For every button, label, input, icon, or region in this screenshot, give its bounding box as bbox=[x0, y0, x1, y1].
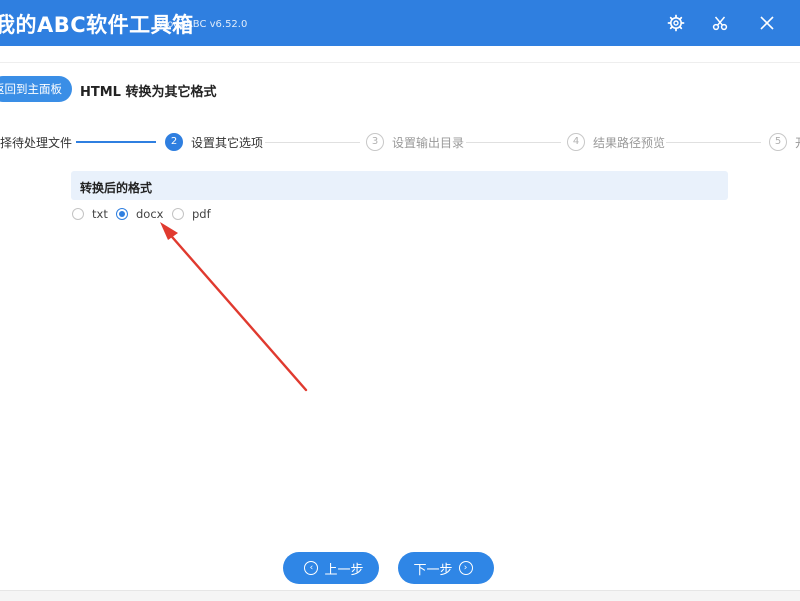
chevron-left-icon: ‹ bbox=[304, 561, 319, 575]
next-step-label: 下一步 bbox=[413, 562, 453, 578]
annotation-arrow bbox=[160, 222, 308, 392]
previous-step-label: 上一步 bbox=[324, 562, 364, 578]
status-bar bbox=[0, 590, 800, 601]
next-step-button[interactable]: 下一步 › bbox=[398, 552, 494, 584]
chevron-right-icon: › bbox=[458, 561, 473, 575]
previous-step-button[interactable]: ‹ 上一步 bbox=[283, 552, 379, 584]
